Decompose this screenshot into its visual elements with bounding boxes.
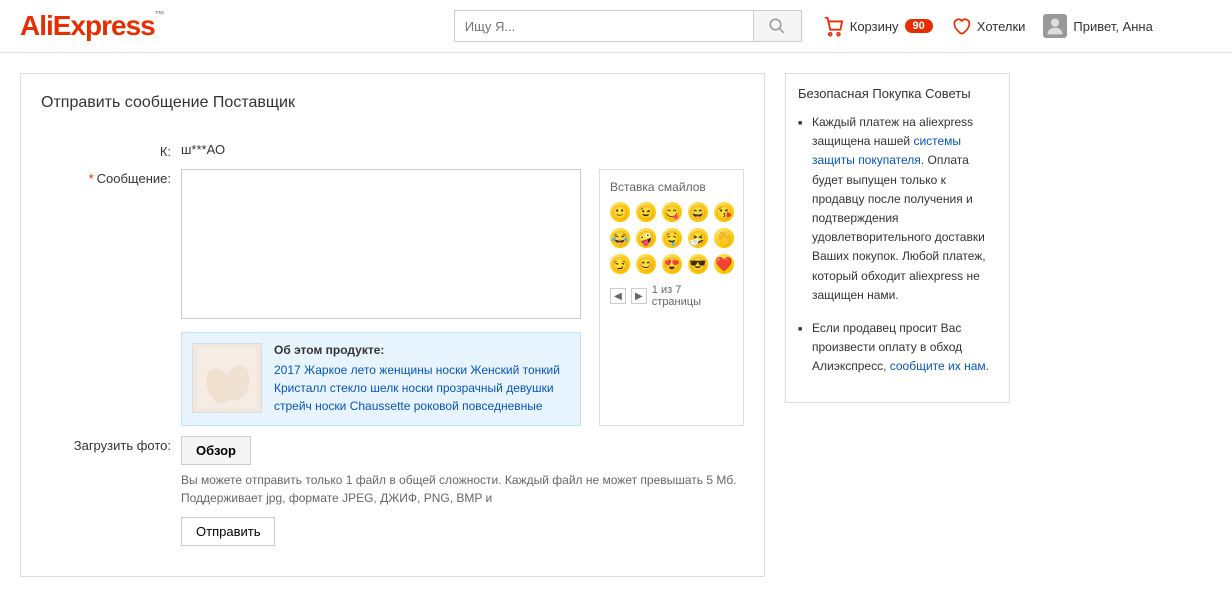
cart-label: Корзину bbox=[850, 19, 899, 34]
emoji-pager-text: 1 из 7 страницы bbox=[652, 284, 733, 308]
emoji-grid: 🙂 😉 😋 😄 😘 😂 🤪 🤤 🤧 👋 😏 😊 bbox=[610, 202, 733, 274]
emoji-cool[interactable]: 😎 bbox=[688, 254, 708, 274]
emoji-hearteyes[interactable]: 😍 bbox=[662, 254, 682, 274]
tips-list: Каждый платеж на aliexpress защищена наш… bbox=[798, 113, 997, 376]
product-link[interactable]: 2017 Жаркое лето женщины носки Женский т… bbox=[274, 361, 570, 415]
page-title: Отправить сообщение Поставщик bbox=[41, 94, 744, 112]
emoji-sneeze[interactable]: 🤧 bbox=[688, 228, 708, 248]
to-label: К: bbox=[41, 142, 181, 159]
wishlist-link[interactable]: Хотелки bbox=[951, 16, 1026, 36]
header: AliExpress™ Корзину 90 Хотелки Привет, А… bbox=[0, 0, 1232, 53]
product-thumb[interactable] bbox=[192, 343, 262, 413]
header-actions: Корзину 90 Хотелки Привет, Анна bbox=[822, 14, 1153, 38]
upload-hint: Вы можете отправить только 1 файл в обще… bbox=[181, 471, 744, 507]
heart-icon bbox=[951, 16, 971, 36]
emoji-cute[interactable]: 😊 bbox=[636, 254, 656, 274]
emoji-tongue[interactable]: 😋 bbox=[662, 202, 682, 222]
sidebar-title: Безопасная Покупка Советы bbox=[798, 86, 997, 101]
recipient-value: ш***АО bbox=[181, 142, 744, 157]
sidebar: Безопасная Покупка Советы Каждый платеж … bbox=[785, 73, 1010, 403]
browse-button[interactable]: Обзор bbox=[181, 436, 251, 465]
emoji-grin[interactable]: 😄 bbox=[688, 202, 708, 222]
emoji-panel: Вставка смайлов 🙂 😉 😋 😄 😘 😂 🤪 🤤 🤧 👋 bbox=[599, 169, 744, 426]
report-link[interactable]: сообщите их нам bbox=[890, 359, 986, 373]
product-about-label: Об этом продукте: bbox=[274, 343, 570, 357]
emoji-wave[interactable]: 👋 bbox=[714, 228, 734, 248]
cart-link[interactable]: Корзину 90 bbox=[822, 15, 933, 37]
upload-label: Загрузить фото: bbox=[41, 436, 181, 453]
emoji-prev-button[interactable]: ◀ bbox=[610, 288, 626, 304]
account-link[interactable]: Привет, Анна bbox=[1043, 14, 1152, 38]
message-label: *Сообщение: bbox=[41, 169, 181, 186]
emoji-drool[interactable]: 🤤 bbox=[662, 228, 682, 248]
emoji-smirk[interactable]: 😏 bbox=[610, 254, 630, 274]
message-textarea[interactable] bbox=[181, 169, 581, 319]
cart-icon bbox=[822, 15, 844, 37]
logo[interactable]: AliExpress™ bbox=[20, 10, 164, 42]
product-box: Об этом продукте: 2017 Жаркое лето женщи… bbox=[181, 332, 581, 426]
tip-item: Если продавец просит Вас произвести опла… bbox=[798, 319, 997, 377]
greeting: Привет, Анна bbox=[1073, 19, 1152, 34]
emoji-crazy[interactable]: 🤪 bbox=[636, 228, 656, 248]
message-row: *Сообщение: Об этом продукте: 2017 Жарко… bbox=[41, 169, 744, 426]
emoji-laugh[interactable]: 😂 bbox=[610, 228, 630, 248]
emoji-pager: ◀ ▶ 1 из 7 страницы bbox=[610, 284, 733, 308]
search-bar bbox=[454, 10, 802, 42]
search-icon bbox=[768, 17, 786, 35]
content: Отправить сообщение Поставщик К: ш***АО … bbox=[0, 53, 1232, 597]
tip-item: Каждый платеж на aliexpress защищена наш… bbox=[798, 113, 997, 305]
cart-badge: 90 bbox=[905, 19, 933, 33]
wishlist-label: Хотелки bbox=[977, 19, 1026, 34]
emoji-heart[interactable]: ❤️ bbox=[714, 254, 734, 274]
emoji-smile[interactable]: 🙂 bbox=[610, 202, 630, 222]
emoji-wink[interactable]: 😉 bbox=[636, 202, 656, 222]
recipient-row: К: ш***АО bbox=[41, 142, 744, 159]
emoji-kiss[interactable]: 😘 bbox=[714, 202, 734, 222]
emoji-title: Вставка смайлов bbox=[610, 180, 733, 194]
search-input[interactable] bbox=[454, 10, 754, 42]
submit-button[interactable]: Отправить bbox=[181, 517, 275, 546]
search-button[interactable] bbox=[754, 10, 802, 42]
main-panel: Отправить сообщение Поставщик К: ш***АО … bbox=[20, 73, 765, 577]
avatar-icon bbox=[1043, 14, 1067, 38]
upload-row: Загрузить фото: Обзор Вы можете отправит… bbox=[41, 436, 744, 546]
emoji-next-button[interactable]: ▶ bbox=[631, 288, 647, 304]
